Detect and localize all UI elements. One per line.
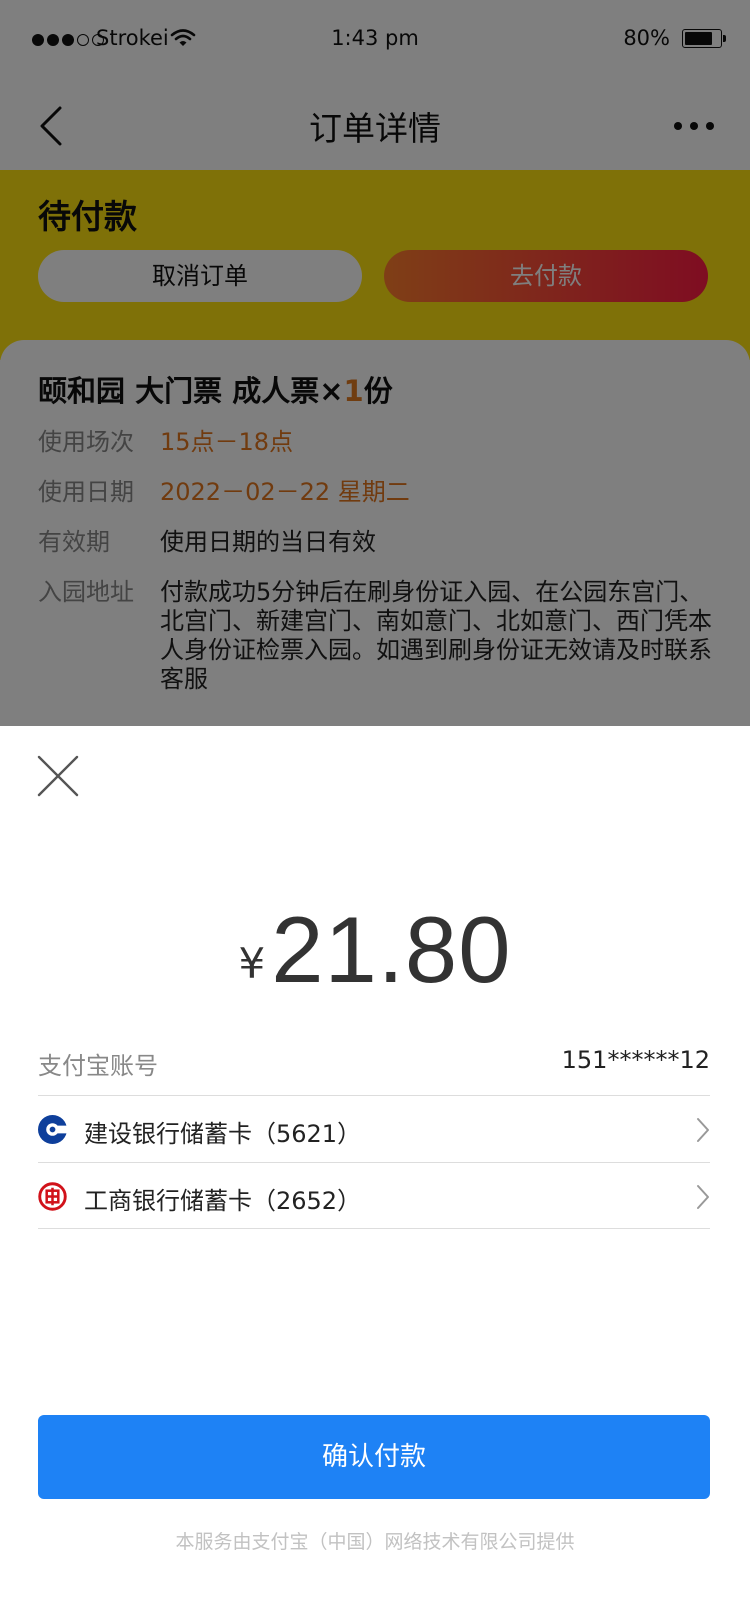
confirm-payment-button[interactable]: 确认付款: [38, 1415, 710, 1499]
ccb-logo-icon: [38, 1115, 67, 1144]
chevron-right-icon: [697, 1118, 709, 1142]
bank-name: 工商银行储蓄卡（2652）: [84, 1187, 362, 1215]
bank-name: 建设银行储蓄卡（5621）: [84, 1120, 362, 1148]
payment-method-ccb[interactable]: 建设银行储蓄卡（5621）: [38, 1095, 710, 1162]
payment-method-icbc[interactable]: 工商银行储蓄卡（2652）: [38, 1162, 710, 1229]
currency-symbol: ¥: [238, 939, 266, 988]
payment-sheet: ¥21.80 支付宝账号 151******12 建设银行储蓄卡（5621） 工…: [0, 726, 750, 1624]
amount-value: 21.80: [271, 897, 512, 1002]
payment-amount: ¥21.80: [0, 896, 750, 1004]
alipay-account-row: 支付宝账号 151******12: [38, 1046, 710, 1086]
close-icon[interactable]: [36, 754, 80, 798]
account-number: 151******12: [561, 1046, 710, 1074]
chevron-right-icon: [697, 1185, 709, 1209]
account-label: 支付宝账号: [38, 1052, 158, 1080]
service-provider-note: 本服务由支付宝（中国）网络技术有限公司提供: [175, 1531, 575, 1553]
icbc-logo-icon: [38, 1182, 67, 1211]
payment-method-list: 建设银行储蓄卡（5621） 工商银行储蓄卡（2652）: [38, 1095, 710, 1229]
